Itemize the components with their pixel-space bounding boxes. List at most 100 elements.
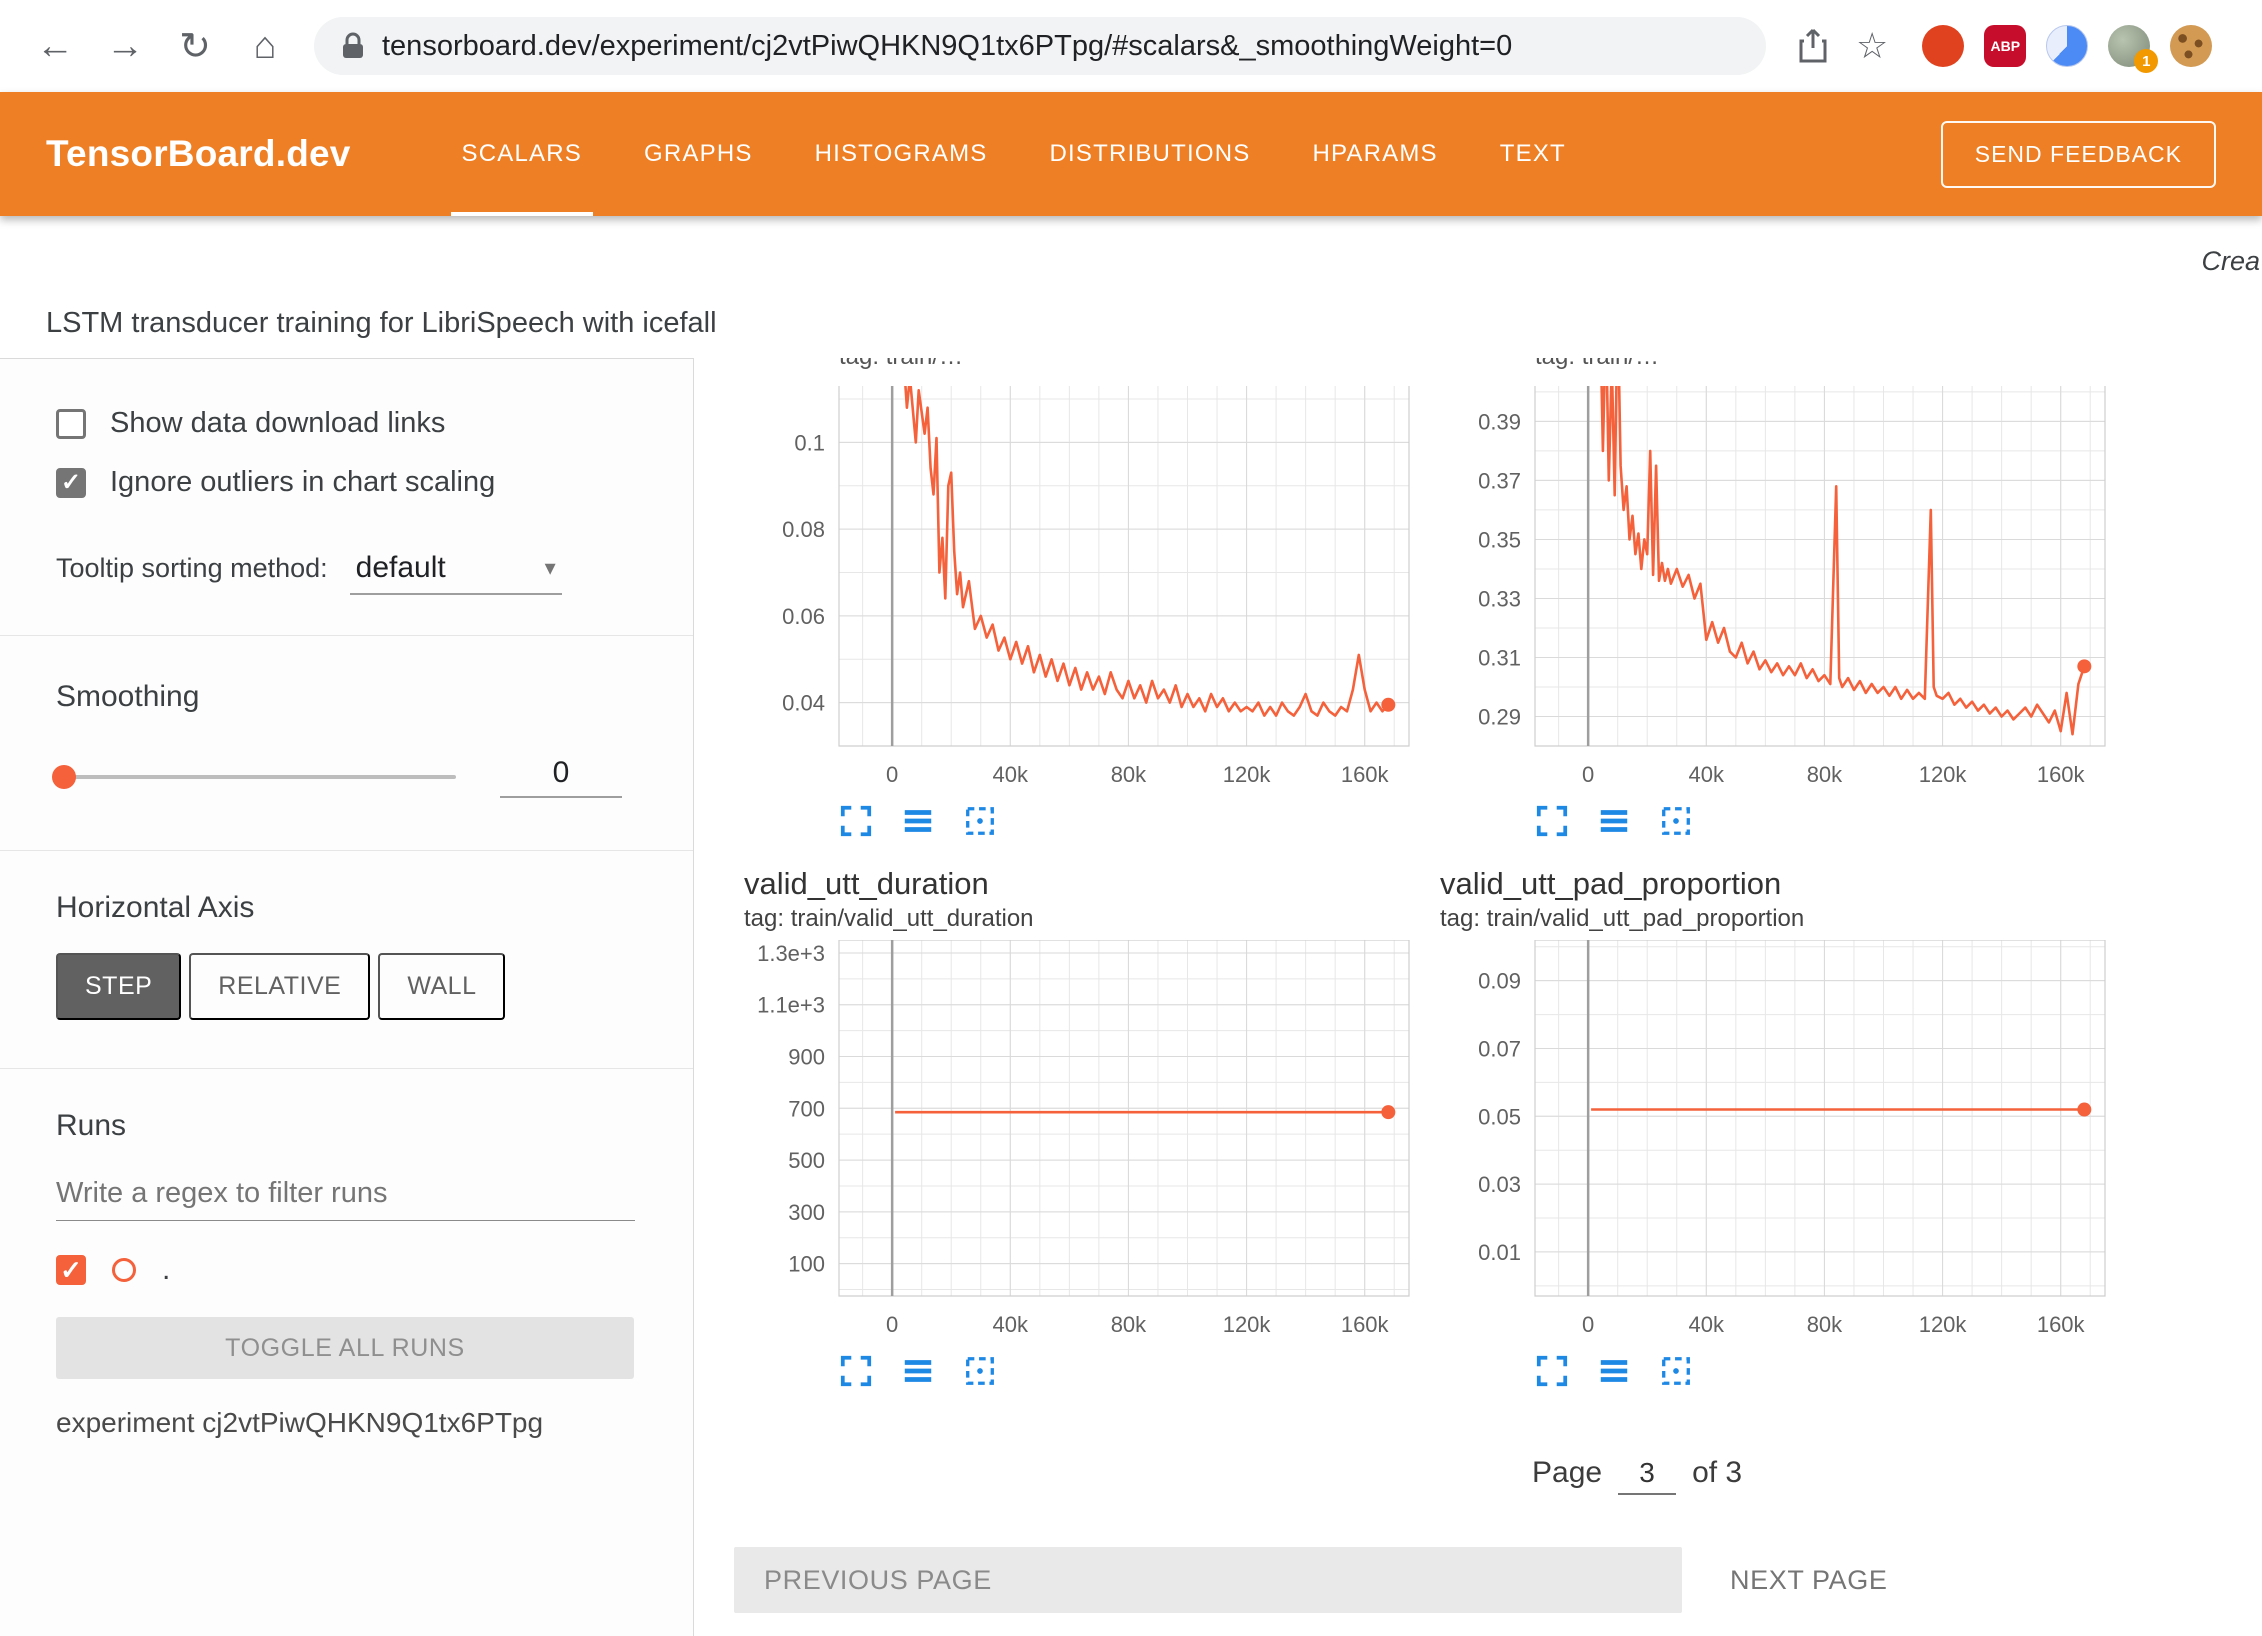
adblock-extension-icon[interactable] xyxy=(1922,25,1964,67)
chart-tag: tag: train/valid_utt_pad_proportion xyxy=(1440,904,2120,934)
next-page-button[interactable]: NEXT PAGE xyxy=(1730,1565,1887,1596)
lines-icon xyxy=(1601,1363,1627,1380)
chart-toolbar xyxy=(1535,1346,2120,1396)
smoothing-value-input[interactable]: 0 xyxy=(500,756,622,798)
tab-histograms[interactable]: HISTOGRAMS xyxy=(784,92,1019,216)
svg-text:0: 0 xyxy=(886,762,898,787)
chart-expand-button[interactable] xyxy=(839,1354,873,1388)
tooltip-sorting-label: Tooltip sorting method: xyxy=(56,553,328,584)
svg-text:0: 0 xyxy=(1582,1312,1594,1337)
charts-main: tag: train/… 0.040.060.080.1040k80k120k1… xyxy=(694,358,2262,1636)
svg-text:0.06: 0.06 xyxy=(782,604,825,629)
charts-grid: tag: train/… 0.040.060.080.1040k80k120k1… xyxy=(694,358,2262,1396)
smoothing-slider[interactable] xyxy=(56,775,456,779)
show-download-links-label: Show data download links xyxy=(110,407,445,440)
svg-text:0: 0 xyxy=(886,1312,898,1337)
svg-text:0.01: 0.01 xyxy=(1478,1240,1521,1265)
svg-text:700: 700 xyxy=(788,1096,825,1121)
pager-buttons: PREVIOUS PAGE NEXT PAGE xyxy=(734,1547,2262,1613)
svg-text:120k: 120k xyxy=(1919,762,1968,787)
chart-title: valid_utt_pad_proportion xyxy=(1440,864,2120,904)
chart-expand-button[interactable] xyxy=(1535,1354,1569,1388)
badged-extension-icon[interactable]: 1 xyxy=(2108,25,2150,67)
experiment-name: experiment cj2vtPiwQHKN9Q1tx6PTpg xyxy=(56,1407,635,1439)
scalar-chart-canvas: 0.040.060.080.1040k80k120k160k xyxy=(744,386,1424,792)
tab-scalars[interactable]: SCALARS xyxy=(431,92,613,216)
chart-toolbar xyxy=(839,796,1424,846)
expand-icon xyxy=(1539,808,1565,834)
tab-distributions[interactable]: DISTRIBUTIONS xyxy=(1018,92,1281,216)
chart-fit-domain-button[interactable] xyxy=(963,804,997,838)
chart-data-lines-button[interactable] xyxy=(901,1354,935,1388)
svg-text:80k: 80k xyxy=(1111,762,1147,787)
svg-text:300: 300 xyxy=(788,1200,825,1225)
expand-icon xyxy=(1539,1358,1565,1384)
run-name: . xyxy=(162,1253,170,1287)
chart-card-top-right: tag: train/… 0.290.310.330.350.370.39040… xyxy=(1440,358,2120,846)
chart-fit-domain-button[interactable] xyxy=(1659,804,1693,838)
extensions-cluster: ABP 1 xyxy=(1922,25,2212,67)
toggle-all-runs-button[interactable]: TOGGLE ALL RUNS xyxy=(56,1317,634,1379)
svg-text:40k: 40k xyxy=(1689,762,1725,787)
svg-text:80k: 80k xyxy=(1111,1312,1147,1337)
svg-text:0.37: 0.37 xyxy=(1478,468,1521,493)
svg-text:0: 0 xyxy=(1582,762,1594,787)
svg-text:0.29: 0.29 xyxy=(1478,704,1521,729)
share-icon[interactable] xyxy=(1796,27,1830,65)
chevron-down-icon: ▾ xyxy=(545,555,556,581)
svg-text:40k: 40k xyxy=(993,762,1029,787)
svg-text:40k: 40k xyxy=(1689,1312,1725,1337)
home-icon[interactable]: ⌂ xyxy=(234,25,296,68)
smoothing-label: Smoothing xyxy=(56,680,635,714)
abp-extension-icon[interactable]: ABP xyxy=(1984,25,2026,67)
address-bar[interactable]: tensorboard.dev/experiment/cj2vtPiwQHKN9… xyxy=(314,17,1766,75)
chart-data-lines-button[interactable] xyxy=(1597,804,1631,838)
chart-toolbar xyxy=(1535,796,2120,846)
chart-fit-domain-button[interactable] xyxy=(1659,1354,1693,1388)
show-download-links-checkbox[interactable] xyxy=(56,409,86,439)
axis-relative-button[interactable]: RELATIVE xyxy=(189,953,370,1020)
chart-data-lines-button[interactable] xyxy=(901,804,935,838)
chart-expand-button[interactable] xyxy=(839,804,873,838)
run-row: ✓ . xyxy=(56,1253,635,1287)
axis-step-button[interactable]: STEP xyxy=(56,953,181,1020)
svg-text:0.35: 0.35 xyxy=(1478,527,1521,552)
url-text: tensorboard.dev/experiment/cj2vtPiwQHKN9… xyxy=(382,30,1512,63)
chart-card-valid-utt-duration: valid_utt_duration tag: train/valid_utt_… xyxy=(744,856,1424,1396)
main-nav-tabs: SCALARS GRAPHS HISTOGRAMS DISTRIBUTIONS … xyxy=(431,92,1597,216)
svg-text:0.04: 0.04 xyxy=(782,691,825,716)
svg-text:40k: 40k xyxy=(993,1312,1029,1337)
reload-icon[interactable]: ↻ xyxy=(164,24,226,69)
chart-fit-domain-button[interactable] xyxy=(963,1354,997,1388)
created-text-clipped: Crea xyxy=(2201,246,2260,277)
pie-extension-icon[interactable] xyxy=(2046,25,2088,67)
ignore-outliers-checkbox[interactable]: ✓ xyxy=(56,468,86,498)
svg-text:900: 900 xyxy=(788,1045,825,1070)
axis-wall-button[interactable]: WALL xyxy=(378,953,505,1020)
chart-tag-clipped: tag: train/… xyxy=(1535,358,2120,384)
chart-card-valid-utt-pad-proportion: valid_utt_pad_proportion tag: train/vali… xyxy=(1440,856,2120,1396)
page-label: Page xyxy=(1532,1456,1602,1490)
tab-hparams[interactable]: HPARAMS xyxy=(1281,92,1468,216)
chart-expand-button[interactable] xyxy=(1535,804,1569,838)
smoothing-slider-thumb[interactable] xyxy=(52,765,76,789)
cookie-extension-icon[interactable] xyxy=(2170,25,2212,67)
tooltip-sorting-select[interactable]: default ▾ xyxy=(350,551,562,595)
forward-icon[interactable]: → xyxy=(94,25,156,68)
tab-graphs[interactable]: GRAPHS xyxy=(613,92,784,216)
previous-page-button[interactable]: PREVIOUS PAGE xyxy=(734,1547,1682,1613)
svg-text:0.08: 0.08 xyxy=(782,517,825,542)
runs-filter-input[interactable] xyxy=(56,1167,635,1221)
run-checkbox[interactable]: ✓ xyxy=(56,1255,86,1285)
svg-text:0.09: 0.09 xyxy=(1478,969,1521,994)
back-icon[interactable]: ← xyxy=(24,25,86,68)
bookmark-star-icon[interactable]: ☆ xyxy=(1856,25,1888,67)
chart-title: valid_utt_duration xyxy=(744,864,1424,904)
svg-text:120k: 120k xyxy=(1919,1312,1968,1337)
tab-text[interactable]: TEXT xyxy=(1469,92,1597,216)
svg-text:120k: 120k xyxy=(1223,1312,1272,1337)
chart-data-lines-button[interactable] xyxy=(1597,1354,1631,1388)
svg-text:80k: 80k xyxy=(1807,1312,1843,1337)
page-number-input[interactable] xyxy=(1618,1457,1676,1495)
send-feedback-button[interactable]: SEND FEEDBACK xyxy=(1941,121,2216,188)
